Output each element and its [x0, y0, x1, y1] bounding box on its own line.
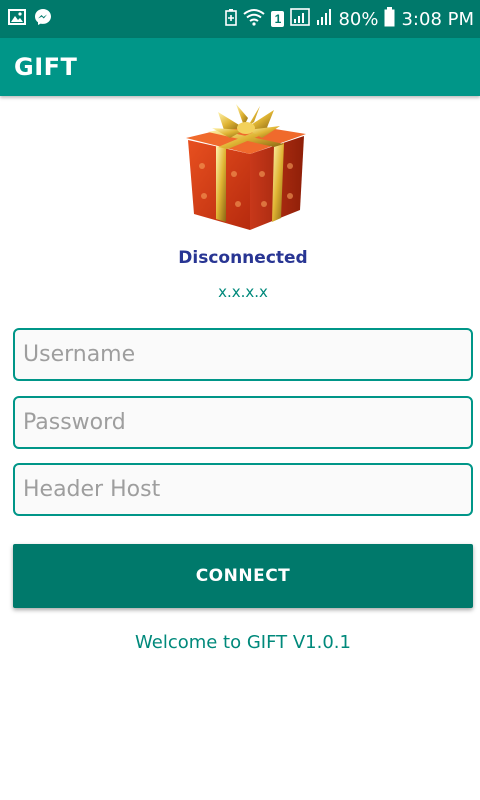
image-icon [8, 8, 26, 30]
connect-button[interactable]: CONNECT [13, 544, 473, 608]
battery-saver-icon [225, 8, 238, 31]
connection-status: Disconnected [178, 248, 308, 268]
username-field[interactable] [13, 328, 473, 381]
app-bar: GIFT [0, 38, 480, 96]
app-title: GIFT [14, 53, 78, 81]
signal-icon [316, 8, 332, 31]
battery-icon [384, 6, 395, 32]
sim-icon: 1 [271, 11, 285, 27]
wifi-icon [243, 8, 266, 31]
status-bar: 1 80% 3:08 PM [0, 0, 480, 38]
clock: 3:08 PM [401, 8, 474, 30]
battery-percent: 80% [338, 8, 379, 30]
gift-box-icon [178, 104, 310, 236]
password-field[interactable] [13, 396, 473, 449]
ip-address: x.x.x.x [218, 283, 268, 301]
header-host-field[interactable] [13, 463, 473, 516]
signal-icon [290, 7, 311, 31]
messenger-icon [34, 8, 52, 31]
welcome-text: Welcome to GIFT V1.0.1 [135, 632, 351, 653]
